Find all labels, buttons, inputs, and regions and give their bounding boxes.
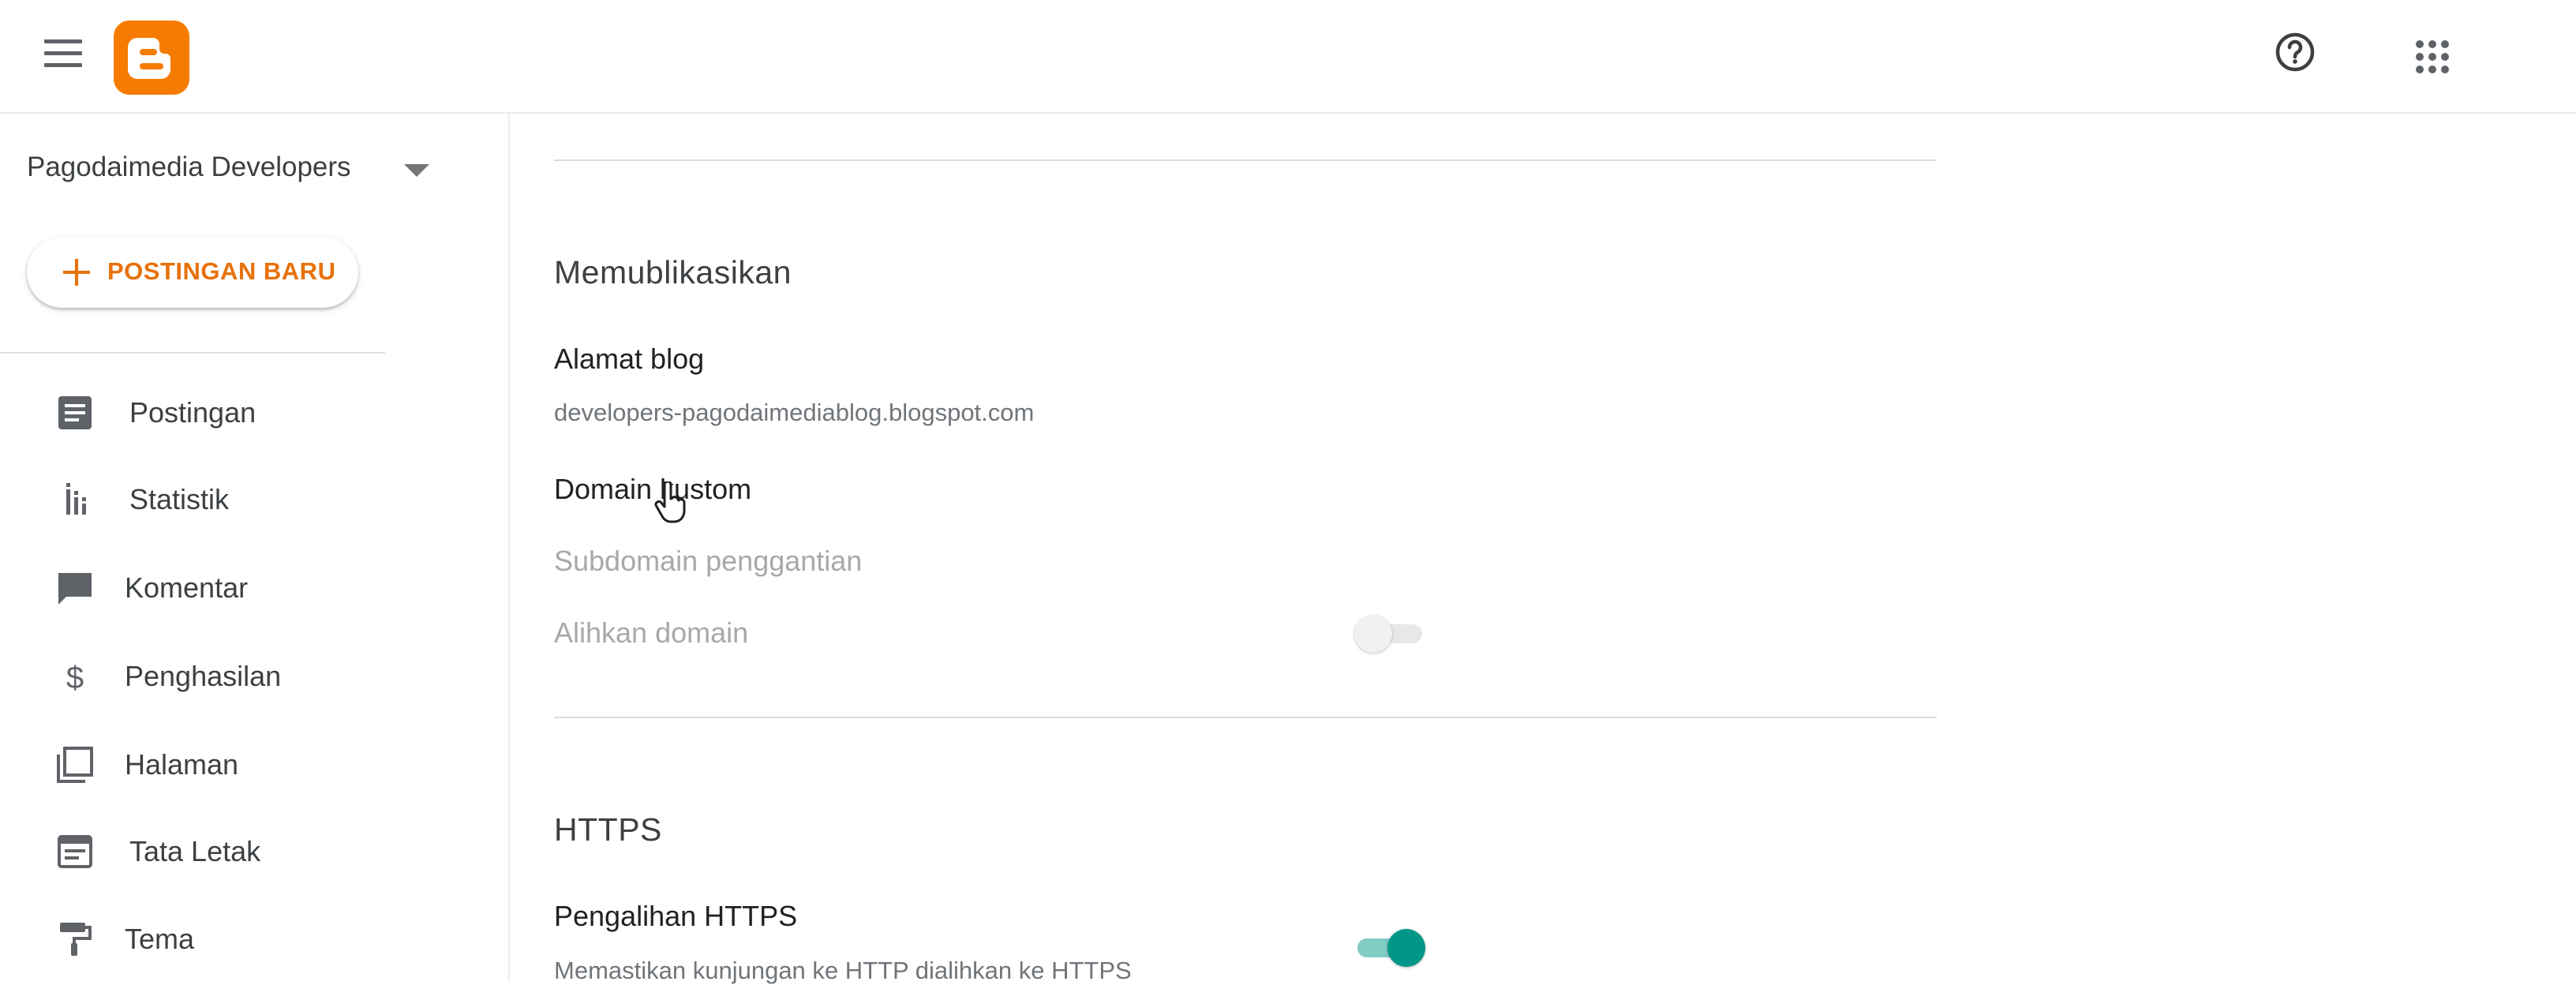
paint-roller-icon [55, 919, 95, 959]
settings-content: Memublikasikan Alamat blog developers-pa… [511, 114, 2576, 984]
https-redirect-description: Memastikan kunjungan ke HTTP dialihkan k… [554, 957, 1132, 984]
https-section-heading: HTTPS [554, 811, 662, 848]
sidebar-item-label: Statistik [129, 483, 230, 515]
layout-icon [55, 832, 95, 871]
fallback-subdomain-setting: Subdomain penggantian [554, 545, 863, 577]
sidebar-item-label: Tema [125, 923, 195, 955]
pages-icon [55, 745, 95, 785]
section-divider [554, 717, 1937, 718]
new-post-label: POSTINGAN BARU [107, 257, 336, 285]
plus-icon [63, 259, 90, 286]
stats-icon [55, 480, 95, 519]
sidebar-item-comments[interactable]: Komentar [0, 552, 474, 624]
comment-icon [55, 568, 95, 608]
sidebar-item-pages[interactable]: Halaman [0, 729, 474, 800]
hand-cursor-icon [653, 480, 688, 524]
dollar-icon: $ [55, 657, 95, 696]
sidebar-item-label: Halaman [125, 748, 239, 781]
sidebar-divider [0, 352, 385, 354]
sidebar-item-label: Tata Letak [129, 835, 261, 867]
sidebar-item-earnings[interactable]: $ Penghasilan [0, 641, 474, 712]
https-redirect-setting[interactable]: Pengalihan HTTPS [554, 900, 797, 933]
sidebar-item-stats[interactable]: Statistik [0, 464, 474, 535]
https-redirect-toggle[interactable] [1354, 926, 1425, 970]
sidebar-item-layout[interactable]: Tata Letak [0, 816, 474, 887]
sidebar-item-label: Komentar [125, 571, 249, 604]
publish-section-heading: Memublikasikan [554, 254, 792, 290]
sidebar-item-posts[interactable]: Postingan [0, 377, 474, 448]
sidebar-item-theme[interactable]: Tema [0, 904, 474, 975]
svg-text:$: $ [66, 661, 84, 695]
new-post-button[interactable]: POSTINGAN BARU [27, 237, 358, 308]
sidebar-item-label: Postingan [129, 396, 256, 429]
sidebar: Pagodaimedia Developers POSTINGAN BARU P… [0, 114, 510, 982]
section-divider [554, 159, 1937, 161]
blog-address-value: developers-pagodaimediablog.blogspot.com [554, 399, 1035, 426]
blog-address-setting[interactable]: Alamat blog [554, 343, 704, 376]
redirect-domain-setting: Alihkan domain [554, 616, 749, 649]
blog-name: Pagodaimedia Developers [27, 152, 351, 182]
sidebar-item-label: Penghasilan [125, 660, 282, 692]
posts-icon [55, 393, 95, 433]
hamburger-menu-icon[interactable] [44, 39, 82, 68]
blogger-logo-icon[interactable] [114, 21, 189, 95]
google-apps-grid-icon[interactable] [2412, 36, 2453, 77]
blog-selector-dropdown[interactable]: Pagodaimedia Developers [27, 147, 437, 186]
redirect-domain-toggle[interactable] [1354, 612, 1425, 656]
help-circle-icon[interactable] [2275, 32, 2316, 73]
top-app-bar [0, 0, 2576, 114]
caret-down-icon [404, 164, 429, 177]
